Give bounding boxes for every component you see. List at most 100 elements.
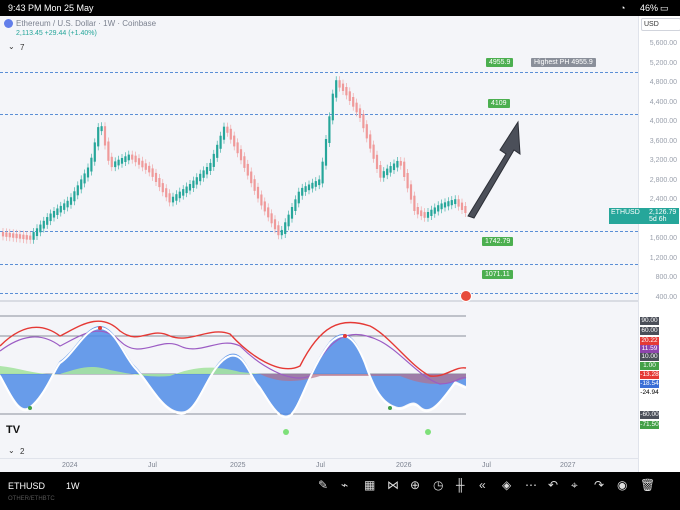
trash-icon[interactable]: 🗑	[640, 478, 655, 492]
candle	[406, 173, 409, 189]
price-scale[interactable]: USD 5,600.00 5,200.00 4,800.00 4,400.00 4,00…	[609, 16, 680, 472]
price-candles	[1, 76, 467, 244]
candle	[294, 199, 297, 211]
candle	[25, 235, 28, 240]
candle	[389, 166, 392, 173]
candle	[284, 222, 287, 234]
grid-icon[interactable]: ▦	[364, 478, 375, 492]
candle	[49, 213, 52, 222]
candle	[464, 206, 467, 213]
candle	[256, 186, 260, 199]
redo-icon[interactable]: ↷	[594, 478, 604, 492]
candle	[345, 87, 348, 96]
candle	[287, 214, 290, 227]
layers-icon[interactable]: ◈	[502, 478, 511, 492]
candle	[260, 194, 263, 206]
time-label: 2025	[230, 462, 246, 469]
undo-icon[interactable]: ↶	[548, 478, 558, 492]
candle	[144, 163, 147, 170]
candle	[304, 186, 307, 192]
candles-icon[interactable]: ╫	[456, 478, 465, 492]
bottom-interval[interactable]: 1W	[66, 481, 80, 491]
candle	[321, 161, 324, 184]
time-axis[interactable]: 2024 Jul 2025 Jul 2026 Jul 2027	[0, 458, 638, 472]
indicator-value-tag: -71.50	[640, 421, 659, 429]
candle	[86, 167, 90, 178]
candle	[151, 168, 154, 177]
candle	[301, 187, 304, 196]
current-symbol: ETHUSD	[611, 209, 640, 216]
candle	[56, 208, 59, 215]
price-tick: 4,400.00	[649, 98, 677, 106]
candle	[209, 162, 212, 171]
wifi-icon: ◔	[620, 3, 626, 13]
candle	[212, 153, 215, 167]
candle	[328, 116, 331, 143]
candle	[277, 225, 280, 236]
crosshair-icon[interactable]: ⌖	[571, 478, 578, 493]
pen-icon[interactable]: ✎	[318, 478, 328, 492]
candle	[127, 154, 130, 161]
chevron-down-icon-2[interactable]: ⌄	[8, 446, 15, 455]
candle	[192, 180, 195, 188]
currency-select[interactable]: USD	[641, 18, 680, 31]
candle	[454, 199, 457, 205]
time-label: Jul	[482, 462, 491, 469]
chart-area[interactable]: Ethereum / U.S. Dollar · 1W · Coinbase 2…	[0, 16, 638, 472]
chart-style-icon[interactable]: ⌁	[341, 478, 348, 492]
candle	[219, 135, 222, 149]
candle	[358, 108, 362, 118]
price-tick: 2,400.00	[649, 196, 677, 203]
candle	[369, 134, 372, 149]
candle	[270, 213, 273, 224]
pane-divider[interactable]	[0, 300, 638, 302]
candle	[59, 205, 62, 213]
candle	[443, 202, 447, 208]
candle	[22, 234, 25, 240]
candle	[66, 200, 69, 208]
price-tick: 4,800.00	[649, 79, 677, 86]
candle	[69, 197, 73, 205]
candle	[35, 228, 39, 237]
candle	[460, 202, 464, 210]
candle	[195, 177, 198, 185]
candle	[338, 80, 341, 88]
more-icon[interactable]: ⋯	[525, 478, 537, 492]
candle	[8, 232, 11, 238]
candle	[93, 142, 96, 162]
rewind-icon[interactable]: «	[479, 478, 486, 492]
price-tick: 5,200.00	[649, 59, 677, 67]
candle	[100, 126, 103, 132]
status-time: 9:43 PM	[8, 3, 42, 13]
candle	[450, 200, 453, 206]
add-icon[interactable]: ⊕	[410, 478, 420, 492]
time-label: 2027	[560, 462, 576, 469]
candle	[352, 97, 355, 107]
candle	[355, 102, 358, 113]
indicator-value-tag: -24.94	[640, 389, 659, 397]
bottom-symbol[interactable]: ETHUSD	[8, 481, 45, 491]
indicator-icon[interactable]: ⋈	[387, 478, 399, 492]
flag-icon[interactable]	[460, 290, 472, 302]
candle	[382, 171, 385, 178]
pane-count[interactable]: 2	[20, 447, 24, 456]
price-tick: 1,600.00	[649, 235, 677, 242]
price-tick: 5,600.00	[649, 40, 677, 47]
candle	[175, 194, 178, 201]
status-bar: 9:43 PM Mon 25 May ◔ 46% ▭	[0, 0, 680, 16]
alert-icon[interactable]: ◉	[617, 478, 627, 492]
candle	[73, 191, 76, 202]
candle	[199, 173, 202, 182]
candle	[318, 179, 321, 186]
candle	[52, 211, 56, 218]
tradingview-logo-icon: TV	[6, 424, 21, 436]
current-price-tag: ETHUSD 2,126.79 5d 6h	[609, 208, 679, 224]
bottom-toolbar: ETHUSD 1W OTHER/ETHBTC	[0, 472, 680, 510]
candle	[226, 126, 229, 133]
candle	[243, 156, 246, 168]
candle	[440, 203, 443, 210]
clock-icon[interactable]: ◷	[433, 478, 443, 492]
indicator-value-tag: -60.00	[640, 411, 659, 419]
indicator-value-tag: 10.00	[640, 353, 659, 361]
candle	[396, 160, 399, 168]
